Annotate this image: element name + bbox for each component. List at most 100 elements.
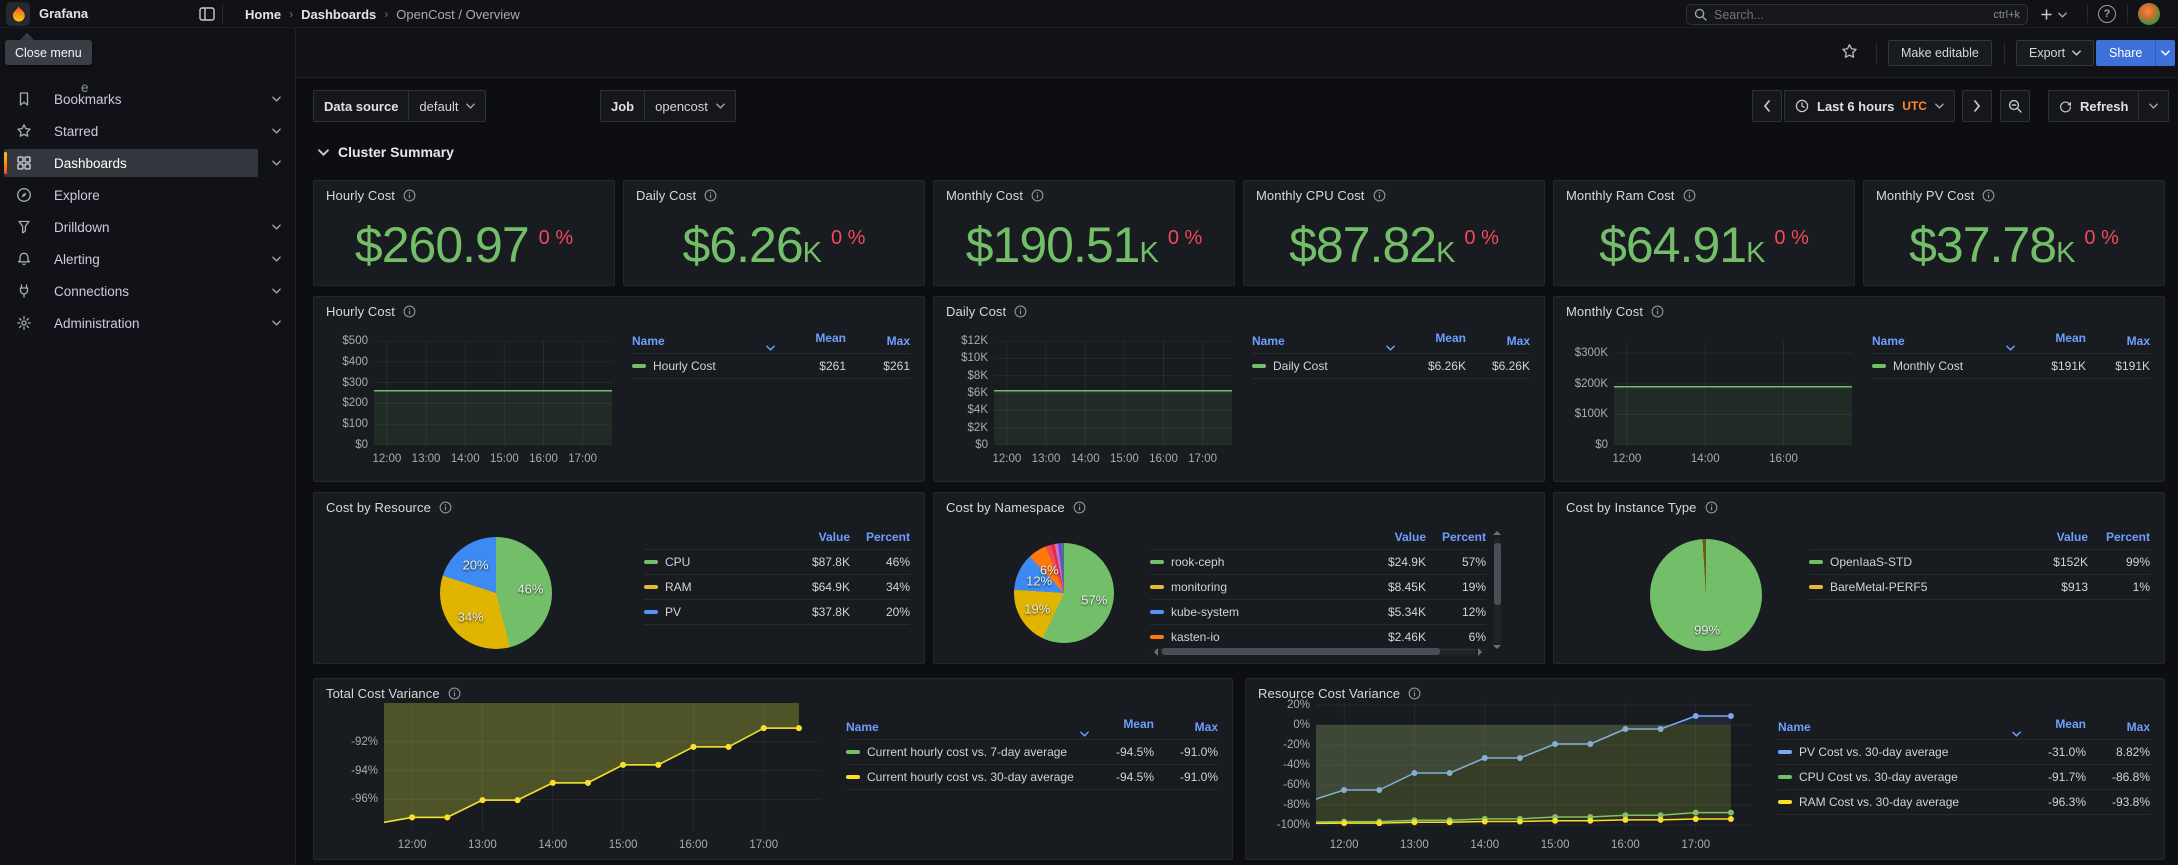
panel-info-icon[interactable] bbox=[1031, 189, 1044, 202]
panel-title[interactable]: Total Cost Variance bbox=[326, 686, 440, 701]
panel-info-icon[interactable] bbox=[1073, 501, 1086, 514]
panel-title[interactable]: Monthly CPU Cost bbox=[1256, 188, 1365, 203]
legend-col-name[interactable]: Name bbox=[846, 720, 1080, 734]
info-icon[interactable] bbox=[403, 189, 416, 202]
panel-title[interactable]: Monthly Cost bbox=[1566, 304, 1643, 319]
legend-series-name[interactable]: kube-system bbox=[1150, 605, 1342, 619]
share-menu-button[interactable] bbox=[2155, 40, 2176, 66]
legend-col-percent[interactable]: Percent bbox=[2088, 530, 2150, 544]
panel-title[interactable]: Hourly Cost bbox=[326, 188, 395, 203]
info-icon[interactable] bbox=[1014, 305, 1027, 318]
breadcrumb-home[interactable]: Home bbox=[245, 7, 281, 22]
panel-title[interactable]: Cost by Resource bbox=[326, 500, 431, 515]
chevron-down-icon[interactable] bbox=[272, 288, 281, 294]
panel-title[interactable]: Hourly Cost bbox=[326, 304, 395, 319]
legend-col-percent[interactable]: Percent bbox=[850, 530, 910, 544]
sidebar-item-starred[interactable]: Starred bbox=[4, 117, 281, 145]
legend-col-value[interactable]: Value bbox=[1342, 530, 1426, 544]
job-picker[interactable]: Job opencost bbox=[600, 90, 736, 122]
panel-title[interactable]: Monthly Ram Cost bbox=[1566, 188, 1675, 203]
legend-series-name[interactable]: BareMetal-PERF5 bbox=[1809, 580, 2008, 594]
legend-series-name[interactable]: Daily Cost bbox=[1252, 359, 1386, 373]
info-icon[interactable] bbox=[403, 305, 416, 318]
legend-vertical-scrollbar[interactable] bbox=[1494, 537, 1501, 643]
panel-title[interactable]: Cost by Instance Type bbox=[1566, 500, 1697, 515]
time-forward-button[interactable] bbox=[1962, 90, 1992, 122]
info-icon[interactable] bbox=[1982, 189, 1995, 202]
scroll-up-arrow[interactable] bbox=[1493, 527, 1501, 535]
info-icon[interactable] bbox=[1031, 189, 1044, 202]
info-icon[interactable] bbox=[448, 687, 461, 700]
legend-series-name[interactable]: RAM bbox=[644, 580, 766, 594]
time-back-button[interactable] bbox=[1752, 90, 1782, 122]
panel-info-icon[interactable] bbox=[439, 501, 452, 514]
row-cluster-summary[interactable]: Cluster Summary bbox=[318, 144, 454, 160]
grafana-logo-button[interactable] bbox=[6, 1, 30, 26]
panel-title[interactable]: Daily Cost bbox=[946, 304, 1006, 319]
info-icon[interactable] bbox=[1651, 305, 1664, 318]
share-button[interactable]: Share bbox=[2096, 40, 2156, 66]
legend-col-max[interactable]: Max bbox=[846, 334, 910, 348]
legend-series-name[interactable]: RAM Cost vs. 30-day average bbox=[1778, 795, 2012, 809]
panel-title[interactable]: Monthly Cost bbox=[946, 188, 1023, 203]
hourly-cost-ts-plot[interactable] bbox=[374, 341, 612, 445]
monthly-cost-ts-plot[interactable] bbox=[1614, 341, 1852, 445]
search-input-wrapper[interactable]: ctrl+k bbox=[1686, 4, 2028, 25]
legend-series-name[interactable]: Current hourly cost vs. 7-day average bbox=[846, 745, 1080, 759]
scroll-down-arrow[interactable] bbox=[1493, 645, 1501, 653]
info-icon[interactable] bbox=[1705, 501, 1718, 514]
legend-series-name[interactable]: CPU bbox=[644, 555, 766, 569]
resource-cost-variance-plot[interactable] bbox=[1316, 703, 1752, 831]
panel-info-icon[interactable] bbox=[1705, 501, 1718, 514]
legend-col-value[interactable]: Value bbox=[2008, 530, 2088, 544]
legend-series-name[interactable]: monitoring bbox=[1150, 580, 1342, 594]
panel-info-icon[interactable] bbox=[1014, 305, 1027, 318]
legend-col-mean[interactable]: Mean bbox=[766, 331, 846, 351]
legend-series-name[interactable]: Hourly Cost bbox=[632, 359, 766, 373]
legend-col-max[interactable]: Max bbox=[2086, 720, 2150, 734]
info-icon[interactable] bbox=[704, 189, 717, 202]
legend-col-mean[interactable]: Mean bbox=[2012, 717, 2086, 737]
search-input[interactable] bbox=[1714, 7, 1987, 22]
chevron-down-icon[interactable] bbox=[272, 128, 281, 134]
refresh-button[interactable]: Refresh bbox=[2049, 91, 2138, 121]
chevron-down-icon[interactable] bbox=[272, 256, 281, 262]
panel-info-icon[interactable] bbox=[403, 305, 416, 318]
sidebar-item-connections[interactable]: Connections bbox=[4, 277, 281, 305]
refresh-interval-button[interactable] bbox=[2138, 91, 2168, 121]
job-value[interactable]: opencost bbox=[644, 91, 735, 121]
legend-series-name[interactable]: PV Cost vs. 30-day average bbox=[1778, 745, 2012, 759]
panel-info-icon[interactable] bbox=[1408, 687, 1421, 700]
time-range-picker[interactable]: Last 6 hours UTC bbox=[1784, 90, 1955, 122]
sidebar-item-dashboards[interactable]: Dashboards bbox=[4, 149, 281, 177]
panel-info-icon[interactable] bbox=[403, 189, 416, 202]
legend-horizontal-scrollbar[interactable] bbox=[1150, 647, 1486, 656]
legend-col-mean[interactable]: Mean bbox=[1386, 331, 1466, 351]
legend-col-max[interactable]: Max bbox=[2086, 334, 2150, 348]
daily-cost-ts-plot[interactable] bbox=[994, 341, 1232, 445]
info-icon[interactable] bbox=[439, 501, 452, 514]
panel-title[interactable]: Daily Cost bbox=[636, 188, 696, 203]
chevron-down-icon[interactable] bbox=[272, 224, 281, 230]
sidebar-item-explore[interactable]: Explore bbox=[4, 181, 258, 209]
sidebar-item-drilldown[interactable]: Drilldown bbox=[4, 213, 281, 241]
legend-col-percent[interactable]: Percent bbox=[1426, 530, 1486, 544]
chevron-down-icon[interactable] bbox=[272, 96, 281, 102]
legend-col-mean[interactable]: Mean bbox=[2006, 331, 2086, 351]
chevron-down-icon[interactable] bbox=[272, 320, 281, 326]
legend-series-name[interactable]: CPU Cost vs. 30-day average bbox=[1778, 770, 2012, 784]
panel-info-icon[interactable] bbox=[1373, 189, 1386, 202]
info-icon[interactable] bbox=[1373, 189, 1386, 202]
legend-series-name[interactable]: OpenIaaS-STD bbox=[1809, 555, 2008, 569]
sidebar-item-administration[interactable]: Administration bbox=[4, 309, 281, 337]
legend-col-name[interactable]: Name bbox=[1872, 334, 2006, 348]
legend-series-name[interactable]: Monthly Cost bbox=[1872, 359, 2006, 373]
info-icon[interactable] bbox=[1683, 189, 1696, 202]
sidebar-item-alerting[interactable]: Alerting bbox=[4, 245, 281, 273]
dock-menu-toggle[interactable] bbox=[196, 5, 218, 23]
export-button[interactable]: Export bbox=[2016, 40, 2095, 66]
legend-col-mean[interactable]: Mean bbox=[1080, 717, 1154, 737]
legend-col-max[interactable]: Max bbox=[1154, 720, 1218, 734]
new-button[interactable] bbox=[2040, 4, 2067, 25]
panel-info-icon[interactable] bbox=[1982, 189, 1995, 202]
